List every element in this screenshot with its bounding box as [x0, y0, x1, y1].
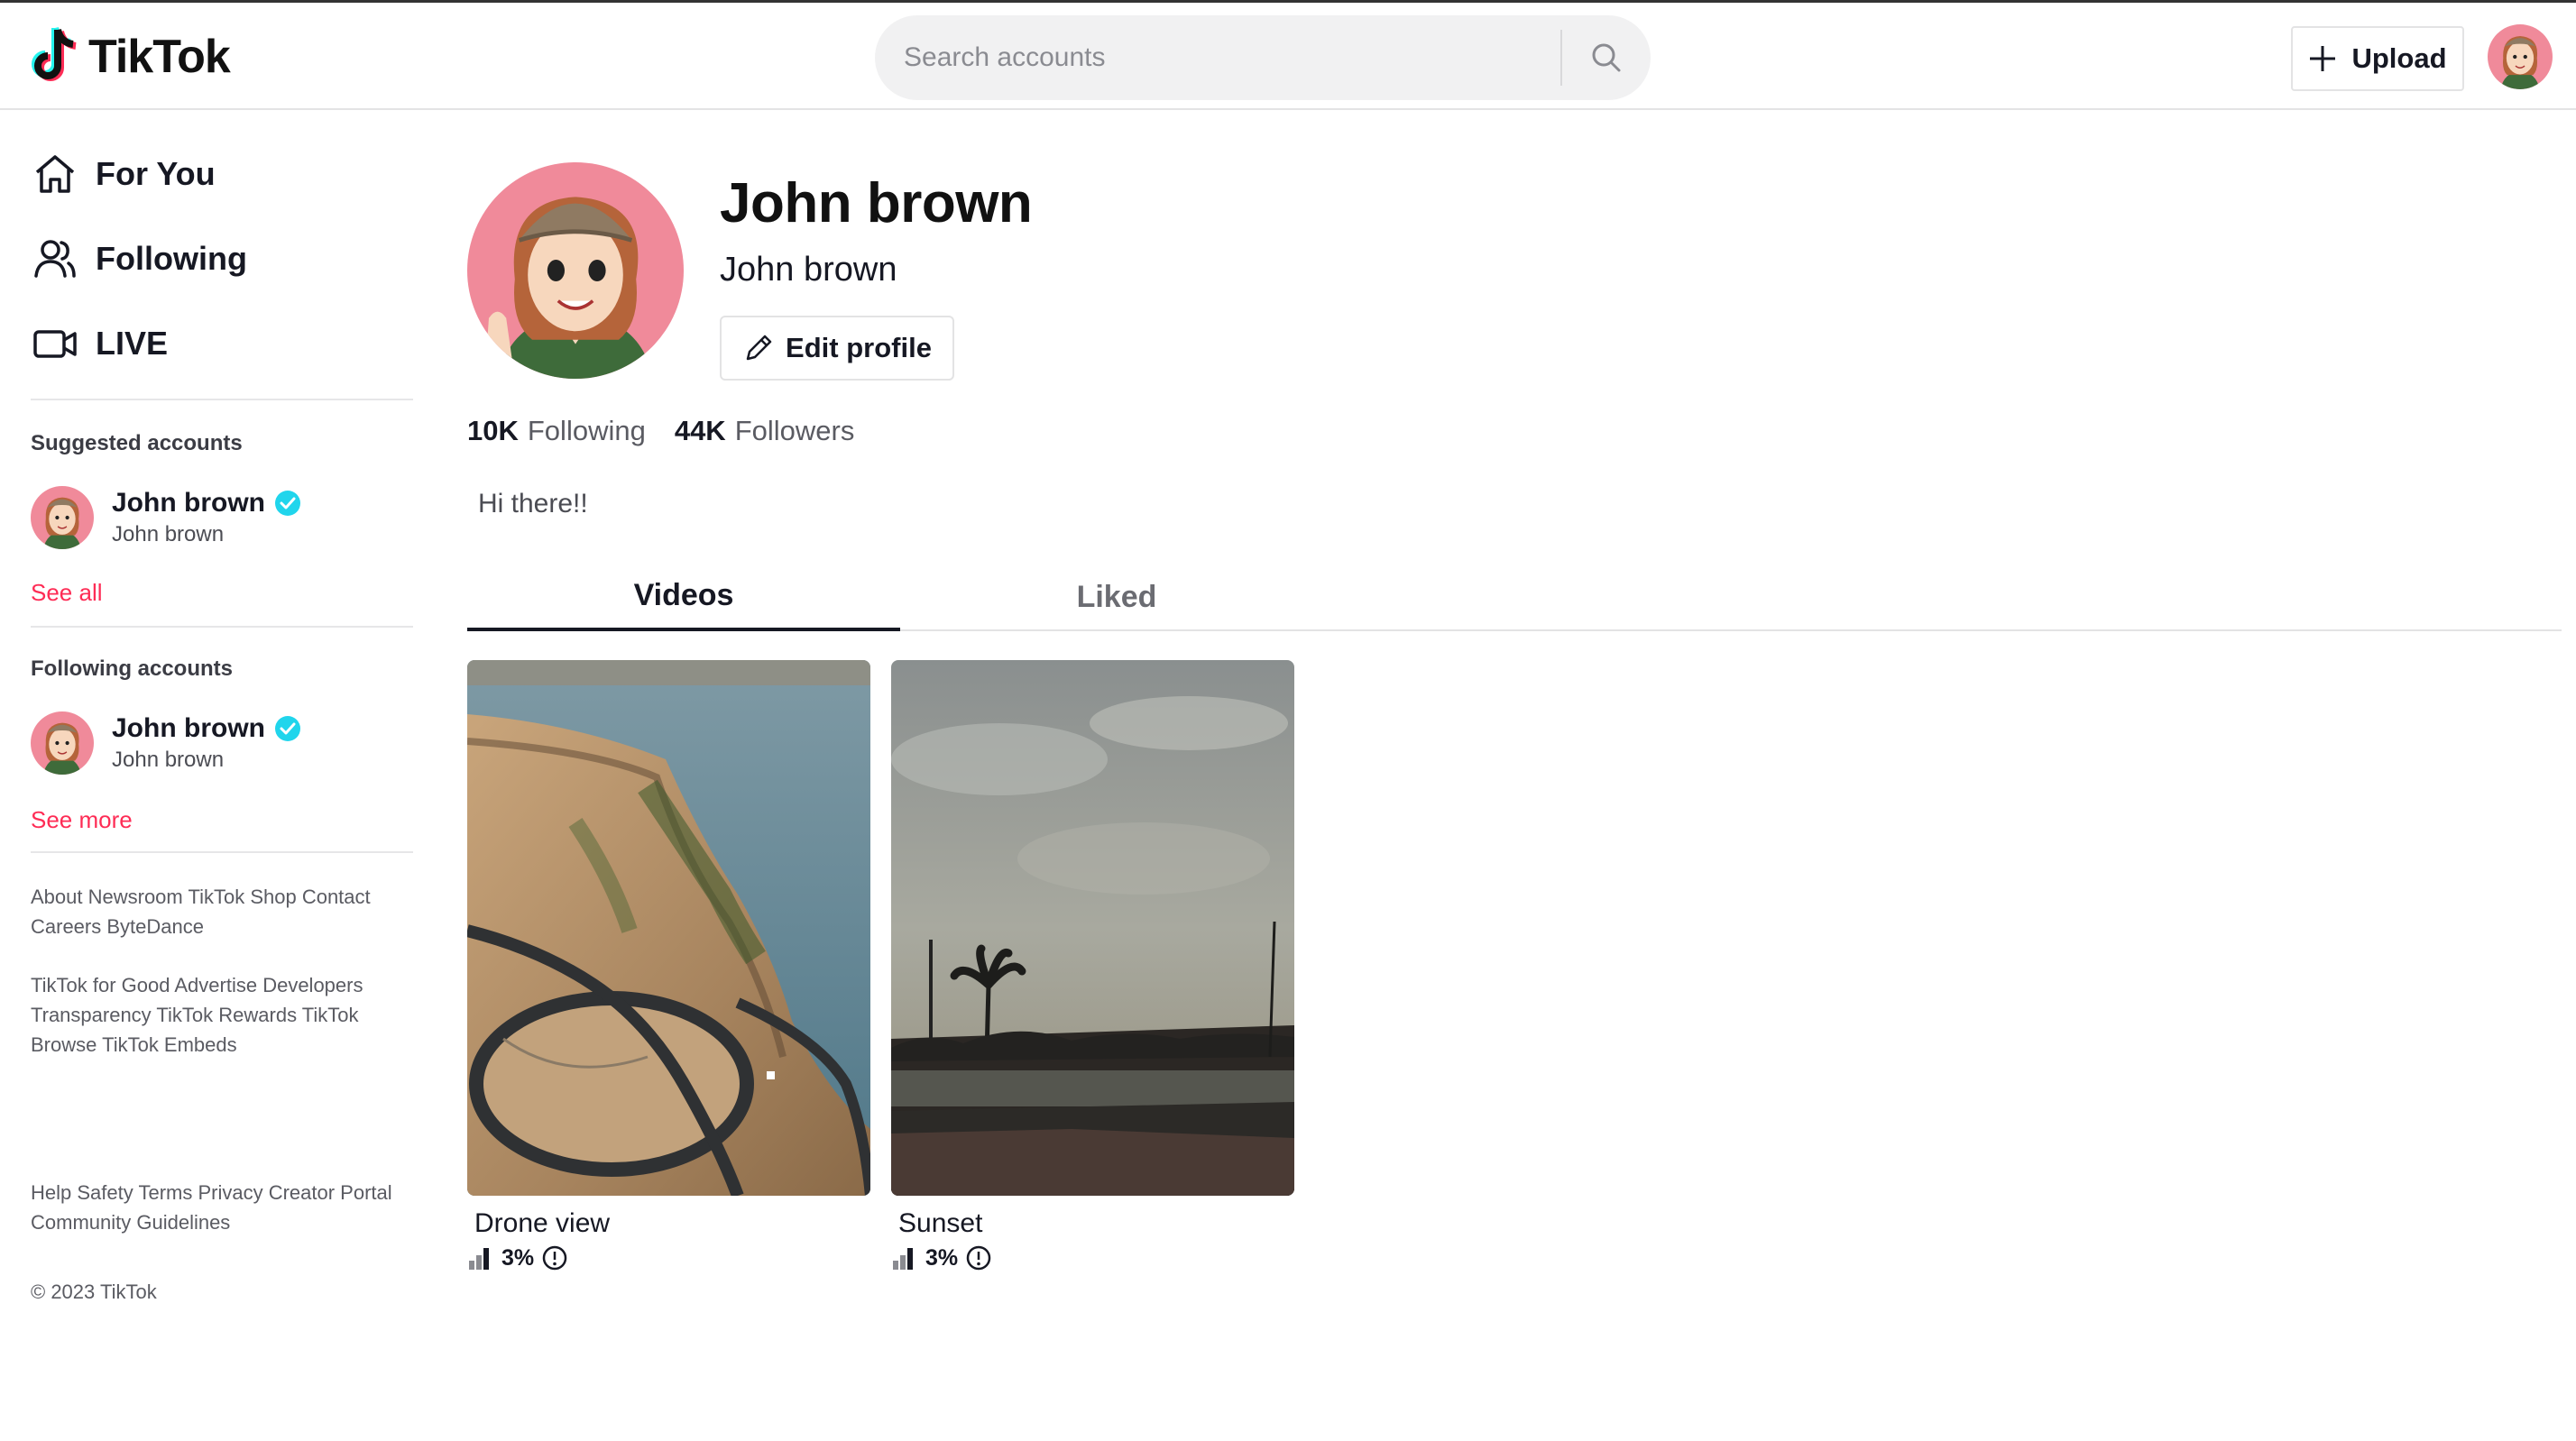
nav-following-label: Following	[96, 240, 247, 277]
account-avatar	[31, 486, 94, 549]
video-thumbnail[interactable]	[467, 660, 870, 1196]
video-card[interactable]: Sunset 3%	[891, 660, 1294, 1271]
tiktok-note-icon	[32, 26, 77, 81]
video-stat-value: 3%	[501, 1244, 535, 1271]
upload-label: Upload	[2351, 42, 2447, 74]
nav-for-you-label: For You	[96, 155, 216, 192]
profile-main: John brown John brown Edit profile 10K Fo…	[467, 110, 2562, 1441]
search-icon	[1592, 43, 1621, 72]
account-handle: John brown	[112, 522, 225, 546]
video-thumbnail[interactable]	[891, 660, 1294, 1196]
bar-chart-icon	[469, 1248, 489, 1270]
footer-link-developers[interactable]: Developers	[262, 974, 363, 996]
footer-links-group-2: TikTok for Good Advertise Developers Tra…	[31, 970, 409, 1060]
footer-link-terms[interactable]: Terms	[138, 1181, 198, 1204]
account-name: John brown	[112, 488, 265, 518]
footer-link-tiktok-for-good[interactable]: TikTok for Good	[31, 974, 174, 996]
profile-handle: John brown	[720, 251, 897, 289]
footer-link-contact[interactable]: Contact	[302, 886, 371, 908]
pencil-icon	[746, 335, 772, 361]
followers-count: 44K	[674, 415, 726, 446]
see-more-link[interactable]: See more	[31, 806, 133, 834]
followers-stat[interactable]: 44K Followers	[675, 415, 855, 447]
video-stats: 3%	[891, 1244, 1294, 1271]
tab-liked[interactable]: Liked	[900, 563, 1333, 631]
sidebar-divider	[31, 851, 413, 853]
footer-links-group-3: Help Safety Terms Privacy Creator Portal…	[31, 1178, 409, 1237]
copyright-text: © 2023 TikTok	[31, 1280, 157, 1303]
footer-link-help[interactable]: Help	[31, 1181, 77, 1204]
profile-avatar-image	[467, 162, 684, 379]
sidebar-divider	[31, 399, 413, 400]
sidebar: For You Following LIVE Suggested account…	[0, 110, 442, 1441]
profile-avatar[interactable]	[467, 162, 684, 379]
following-account-item[interactable]: John brown John brown	[31, 711, 301, 776]
following-count: 10K	[467, 415, 519, 446]
see-all-link[interactable]: See all	[31, 579, 103, 607]
video-camera-icon	[33, 330, 77, 358]
nav-for-you[interactable]: For You	[32, 142, 216, 206]
avatar-image	[2488, 24, 2553, 89]
bar-chart-icon	[893, 1248, 913, 1270]
search-bar	[875, 15, 1651, 100]
following-label: Following	[527, 415, 646, 446]
profile-stats: 10K Following 44K Followers	[467, 415, 854, 447]
followers-label: Followers	[734, 415, 855, 446]
footer-links-group-1: About Newsroom TikTok Shop Contact Caree…	[31, 882, 409, 941]
footer-link-safety[interactable]: Safety	[77, 1181, 138, 1204]
account-avatar	[31, 711, 94, 775]
profile-name: John brown	[720, 172, 1033, 234]
info-icon[interactable]	[541, 1244, 568, 1271]
upload-button[interactable]: Upload	[2291, 26, 2464, 91]
account-handle: John brown	[112, 748, 225, 772]
user-avatar[interactable]	[2488, 24, 2553, 89]
edit-profile-button[interactable]: Edit profile	[720, 316, 954, 381]
nav-live[interactable]: LIVE	[32, 312, 168, 375]
nav-live-label: LIVE	[96, 325, 169, 362]
footer-link-careers[interactable]: Careers	[31, 915, 106, 938]
logo-text: TikTok	[88, 31, 231, 83]
tiktok-logo[interactable]: TikTok	[27, 24, 231, 89]
search-input[interactable]	[875, 15, 1560, 100]
profile-tabs: Videos Liked	[467, 563, 2562, 631]
top-bar: TikTok Upload	[0, 0, 2576, 110]
video-card[interactable]: Drone view 3%	[467, 660, 870, 1271]
following-stat[interactable]: 10K Following	[467, 415, 646, 447]
following-accounts-title: Following accounts	[31, 656, 234, 681]
footer-link-advertise[interactable]: Advertise	[174, 974, 262, 996]
footer-link-bytedance[interactable]: ByteDance	[106, 915, 204, 938]
info-icon[interactable]	[965, 1244, 992, 1271]
suggested-account-item[interactable]: John brown John brown	[31, 485, 301, 550]
profile-bio: Hi there!!	[478, 489, 588, 519]
footer-link-creator-portal[interactable]: Creator Portal	[269, 1181, 392, 1204]
video-stat-value: 3%	[925, 1244, 959, 1271]
tab-videos[interactable]: Videos	[467, 563, 900, 631]
footer-link-tiktok-shop[interactable]: TikTok Shop	[188, 886, 301, 908]
account-name: John brown	[112, 713, 265, 743]
verified-badge-icon	[274, 491, 300, 516]
footer-link-privacy[interactable]: Privacy	[198, 1181, 268, 1204]
sidebar-divider	[31, 626, 413, 628]
footer-link-tiktok-embeds[interactable]: TikTok Embeds	[102, 1033, 237, 1056]
video-stats: 3%	[467, 1244, 870, 1271]
footer-link-tiktok-rewards[interactable]: TikTok Rewards	[156, 1004, 301, 1026]
verified-badge-icon	[274, 716, 300, 741]
plus-icon	[2310, 46, 2336, 71]
footer-link-transparency[interactable]: Transparency	[31, 1004, 156, 1026]
video-title: Drone view	[474, 1208, 611, 1238]
video-title: Sunset	[898, 1208, 983, 1238]
footer-link-about[interactable]: About	[31, 886, 88, 908]
suggested-accounts-title: Suggested accounts	[31, 431, 243, 455]
search-button[interactable]	[1562, 15, 1651, 100]
edit-profile-label: Edit profile	[786, 332, 932, 363]
home-icon	[35, 155, 75, 193]
footer-link-community-guidelines[interactable]: Community Guidelines	[31, 1211, 230, 1234]
users-icon	[34, 240, 76, 278]
nav-following[interactable]: Following	[32, 227, 247, 290]
footer-link-newsroom[interactable]: Newsroom	[88, 886, 189, 908]
